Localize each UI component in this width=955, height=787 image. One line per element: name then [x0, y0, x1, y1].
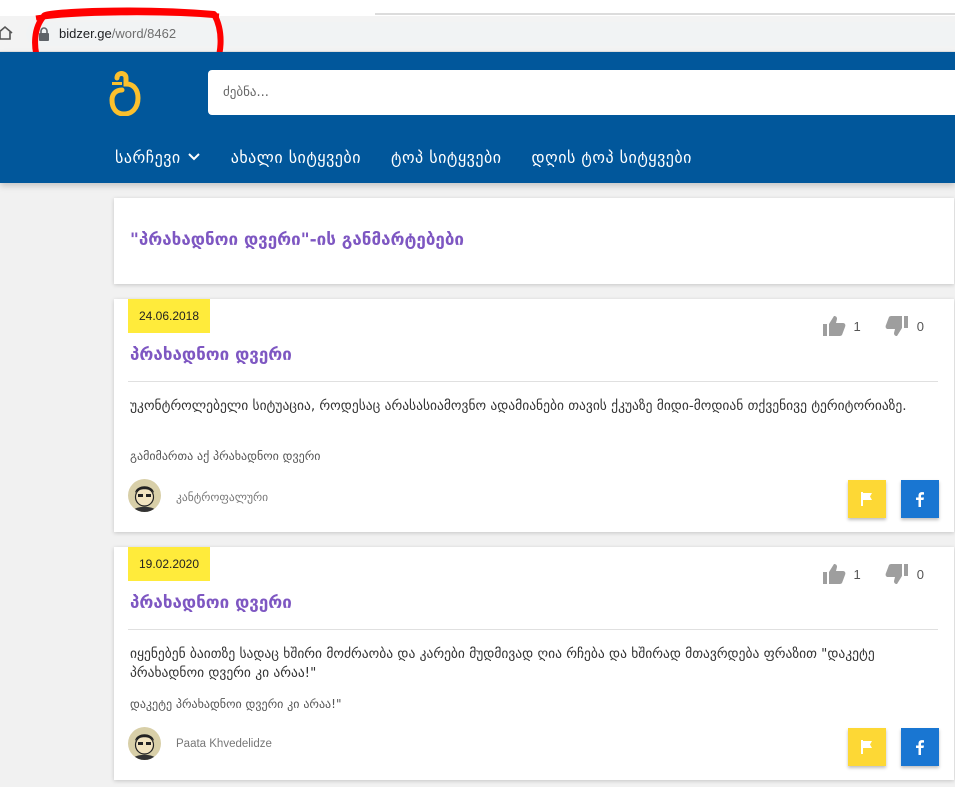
definition-card: 24.06.2018 1 0 პრახადნოი დვერი უკონტროლე…: [114, 299, 954, 532]
browser-tabstrip: [0, 0, 955, 16]
like-button[interactable]: 1: [822, 315, 861, 337]
dislike-button[interactable]: 0: [885, 315, 924, 337]
nav-contents-label: სარჩევი: [115, 147, 181, 167]
report-button[interactable]: [848, 480, 886, 518]
dislike-count: 0: [916, 566, 924, 582]
site-header: სარჩევი ახალი სიტყვები ტოპ სიტყვები დღის…: [0, 52, 955, 183]
avatar[interactable]: [128, 479, 161, 512]
like-count: 1: [853, 566, 861, 582]
date-badge: 19.02.2020: [128, 547, 210, 581]
author-name[interactable]: კანტროფალური: [176, 490, 268, 504]
nav-top-words[interactable]: ტოპ სიტყვები: [391, 148, 502, 167]
title-card: "პრახადნოი დვერი"-ის განმარტებები: [114, 198, 954, 284]
word-title[interactable]: პრახადნოი დვერი: [130, 345, 292, 365]
author-name[interactable]: Paata Khvedelidze: [176, 738, 272, 750]
page-title: "პრახადნოი დვერი"-ის განმარტებები: [130, 230, 465, 250]
word-title[interactable]: პრახადნოი დვერი: [130, 593, 292, 613]
lock-icon: [39, 27, 49, 41]
definition-card: 19.02.2020 1 0 პრახადნოი დვერი იყენებენ …: [114, 547, 954, 780]
browser-address-bar: bidzer.ge/word/8462: [0, 16, 955, 52]
example-text: დაკეტე პრახადნოი დვერი კი არაა!": [130, 697, 342, 711]
search-input[interactable]: [208, 70, 955, 115]
nav-daily-top-words[interactable]: დღის ტოპ სიტყვები: [532, 148, 692, 167]
thumbs-down-icon: [885, 564, 908, 584]
thumbs-down-icon: [885, 316, 908, 336]
chevron-down-icon: [187, 153, 200, 161]
thumbs-up-icon: [822, 564, 845, 584]
flag-icon: [861, 492, 872, 506]
date-badge: 24.06.2018: [128, 299, 210, 333]
report-button[interactable]: [848, 728, 886, 766]
avatar[interactable]: [128, 727, 161, 760]
vote-controls: 1 0: [822, 315, 924, 337]
example-text: გამიმართა აქ პრახადნოი დვერი: [130, 449, 321, 463]
nav-new-words[interactable]: ახალი სიტყვები: [231, 148, 361, 167]
facebook-icon: [916, 492, 924, 507]
site-logo[interactable]: [108, 70, 142, 116]
dislike-count: 0: [916, 318, 924, 334]
divider: [128, 381, 938, 382]
search-box[interactable]: [208, 70, 955, 115]
definition-text: უკონტროლებელი სიტუაცია, როდესაც არასასია…: [130, 398, 907, 414]
facebook-share-button[interactable]: [901, 480, 939, 518]
thumbs-up-icon: [822, 316, 845, 336]
url-domain: bidzer.ge: [59, 26, 112, 41]
tab-divider: [375, 13, 955, 15]
like-count: 1: [853, 318, 861, 334]
like-button[interactable]: 1: [822, 563, 861, 585]
definition-text: იყენებენ ბაითზე სადაც ხშირი მოძრაობა და …: [130, 646, 875, 681]
url-path: /word/8462: [111, 26, 177, 41]
divider: [128, 629, 938, 630]
flag-icon: [861, 740, 872, 754]
home-icon[interactable]: [0, 24, 14, 42]
facebook-icon: [916, 740, 924, 755]
facebook-share-button[interactable]: [901, 728, 939, 766]
nav-contents[interactable]: სარჩევი: [115, 148, 201, 167]
main-nav: სარჩევი ახალი სიტყვები ტოპ სიტყვები დღის…: [115, 146, 722, 168]
url-text[interactable]: bidzer.ge/word/8462: [59, 26, 176, 41]
vote-controls: 1 0: [822, 563, 924, 585]
dislike-button[interactable]: 0: [885, 563, 924, 585]
